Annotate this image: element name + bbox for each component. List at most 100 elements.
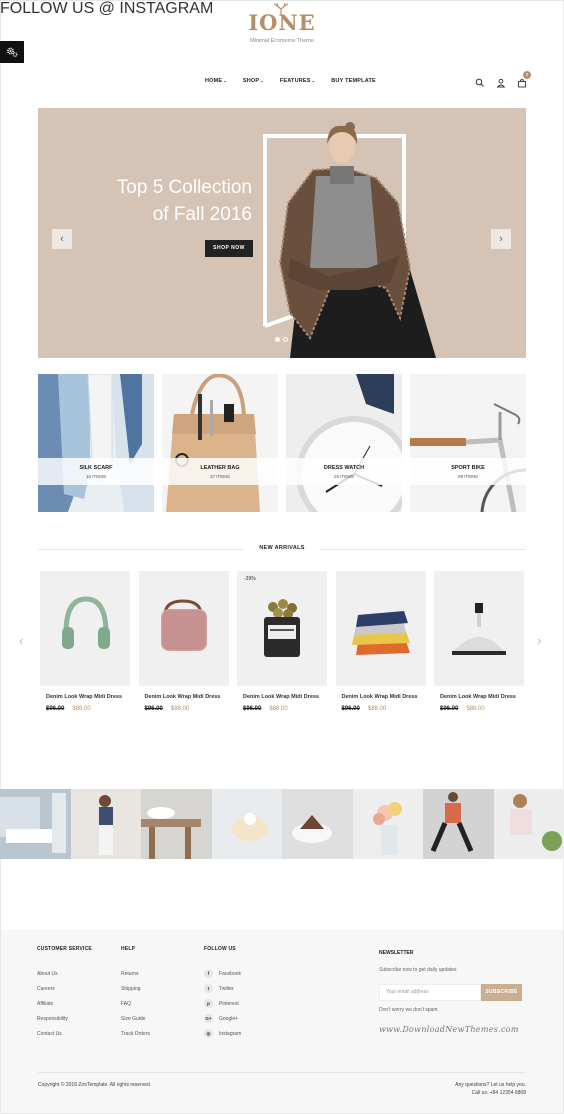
footer-link[interactable]: FAQ [121, 996, 150, 1011]
user-icon[interactable] [496, 75, 506, 88]
product-price: $96.00 $88.00 [46, 706, 91, 712]
products-next-button[interactable]: › [537, 633, 541, 648]
main-nav: HOME⌄ SHOP⌄ FEATURES⌄ BUY TEMPLATE [205, 78, 376, 84]
footer-link[interactable]: Responsibility [37, 1011, 92, 1026]
twitter-icon: t [204, 984, 213, 993]
hero-prev-button[interactable]: ‹ [52, 229, 72, 249]
search-icon[interactable] [475, 75, 485, 87]
nav-item-shop[interactable]: SHOP⌄ [243, 78, 264, 84]
footer-follow-us: FOLLOW US f Facebook t Twitter p Pinterest … [204, 946, 241, 1041]
product-price: $96.00 $88.00 [144, 706, 190, 712]
settings-button[interactable] [0, 41, 24, 63]
product-card[interactable]: Denim Look Wrap Midi Dress $96.00 $88.00 [434, 571, 524, 712]
decanter-icon [452, 603, 506, 655]
category-name: SILK SCARF [79, 465, 113, 471]
gear-icon [7, 47, 18, 57]
footer-help: HELP Returns Shipping FAQ Size Guide Tra… [121, 946, 150, 1041]
chevron-right-icon: › [537, 633, 542, 648]
social-link-facebook[interactable]: f Facebook [204, 966, 241, 981]
instagram-photo[interactable] [70, 789, 141, 859]
product-card[interactable]: Denim Look Wrap Midi Dress $96.00 $88.00 [335, 571, 426, 712]
category-card[interactable]: SILK SCARF 16 ITEMS [38, 374, 154, 512]
divider [320, 549, 526, 550]
nav-item-features[interactable]: FEATURES⌄ [280, 78, 315, 84]
nav-item-home[interactable]: HOME⌄ [205, 78, 227, 84]
category-card[interactable]: LEATHER BAG 37 ITEMS [162, 374, 278, 512]
chevron-left-icon: ‹ [60, 233, 64, 245]
product-name[interactable]: Denim Look Wrap Midi Dress [336, 694, 426, 700]
footer-divider [38, 1072, 526, 1073]
instagram-photo[interactable] [493, 789, 564, 859]
slider-dot[interactable] [275, 337, 280, 342]
subscribe-button[interactable]: SUBSCRIBE [481, 984, 522, 1001]
category-card[interactable]: DRESS WATCH 25 ITEMS [286, 374, 402, 512]
category-name: SPORT BIKE [451, 465, 485, 471]
chevron-left-icon: ‹ [19, 633, 24, 648]
instagram-photo[interactable] [211, 789, 282, 859]
hero-next-button[interactable]: › [491, 229, 511, 249]
nav-item-buy-template[interactable]: BUY TEMPLATE [331, 78, 376, 84]
product-name[interactable]: Denim Look Wrap Midi Dress [434, 694, 524, 700]
social-link-google-plus[interactable]: G+ Google+ [204, 1011, 241, 1026]
pinterest-icon: p [204, 999, 213, 1008]
dress-watch-image [286, 374, 402, 512]
products-prev-button[interactable]: ‹ [19, 633, 23, 648]
newsletter-heading: NEWSLETTER [379, 950, 414, 956]
chevron-down-icon: ⌄ [311, 78, 316, 83]
cart-icon[interactable]: 0 [517, 71, 531, 88]
shop-now-button[interactable]: SHOP NOW [205, 240, 253, 257]
jar-icon [264, 599, 300, 657]
footer: CUSTOMER SERVICE About Us Careers Affili… [1, 930, 563, 1113]
instagram-photo[interactable] [141, 789, 212, 859]
product-card[interactable]: Denim Look Wrap Midi Dress $96.00 $88.00 [40, 571, 130, 712]
newsletter: NEWSLETTER Subscribe now to get daily up… [379, 950, 524, 1013]
product-card[interactable]: Denim Look Wrap Midi Dress $96.00 $88.00 [138, 571, 229, 712]
slider-dots [275, 337, 288, 342]
social-link-twitter[interactable]: t Twitter [204, 981, 241, 996]
instagram-photo[interactable] [352, 789, 423, 859]
footer-link[interactable]: Returns [121, 966, 150, 981]
product-price: $96.00 $88.00 [440, 706, 485, 712]
header-icons: 0 [475, 71, 531, 88]
footer-link[interactable]: Affiliate [37, 996, 92, 1011]
product-carousel: Denim Look Wrap Midi Dress $96.00 $88.00 … [40, 571, 524, 712]
deer-antler-icon [274, 3, 289, 15]
instagram-photo[interactable] [423, 789, 494, 859]
sport-bike-image [410, 374, 526, 512]
footer-link[interactable]: Careers [37, 981, 92, 996]
product-name[interactable]: Denim Look Wrap Midi Dress [237, 694, 327, 700]
chevron-down-icon: ⌄ [223, 78, 227, 83]
instagram-icon: ◎ [204, 1029, 213, 1038]
help-contact: Any questions? Let us help you. Call us:… [455, 1082, 526, 1096]
instagram-photo[interactable] [282, 789, 353, 859]
category-card[interactable]: SPORT BIKE 09 ITEMS [410, 374, 526, 512]
email-input[interactable]: Your email address [379, 984, 481, 1001]
footer-link[interactable]: Track Orders [121, 1026, 150, 1041]
cart-count-badge: 0 [523, 71, 531, 79]
social-link-pinterest[interactable]: p Pinterest [204, 996, 241, 1011]
hero-title: Top 5 Collection of Fall 2016 [116, 177, 252, 225]
footer-link[interactable]: Size Guide [121, 1011, 150, 1026]
hero-slider: Top 5 Collection of Fall 2016 SHOP NOW ‹… [38, 108, 526, 358]
newsletter-subtitle: Subscribe now to get daily updates [379, 967, 457, 973]
product-price: $96.00 $88.00 [243, 706, 288, 712]
social-link-instagram[interactable]: ◎ Instagram [204, 1026, 241, 1041]
product-name[interactable]: Denim Look Wrap Midi Dress [139, 694, 229, 700]
product-price: $96.00 $88.00 [341, 706, 387, 712]
newsletter-note: Don't worry we don't spam [379, 1007, 438, 1013]
product-name[interactable]: Denim Look Wrap Midi Dress [40, 694, 130, 700]
footer-link[interactable]: About Us [37, 966, 92, 981]
slider-dot[interactable] [283, 337, 288, 342]
chevron-right-icon: › [499, 233, 503, 245]
google-plus-icon: G+ [204, 1014, 213, 1023]
copyright: Copyright © 2016 ZooTemplate. All rights… [38, 1082, 152, 1088]
product-card[interactable]: -39% Denim Look Wrap Midi Dress $96.00 $8… [237, 571, 327, 712]
sale-badge: -39% [244, 576, 256, 582]
chevron-down-icon: ⌄ [260, 78, 264, 83]
footer-customer-service: CUSTOMER SERVICE About Us Careers Affili… [37, 946, 92, 1041]
instagram-photo[interactable] [0, 789, 71, 859]
logo[interactable]: IONE Minimal Ecomerce Theme [232, 3, 332, 44]
category-count: 16 ITEMS [85, 474, 106, 479]
footer-link[interactable]: Contact Us [37, 1026, 92, 1041]
footer-link[interactable]: Shipping [121, 981, 150, 996]
